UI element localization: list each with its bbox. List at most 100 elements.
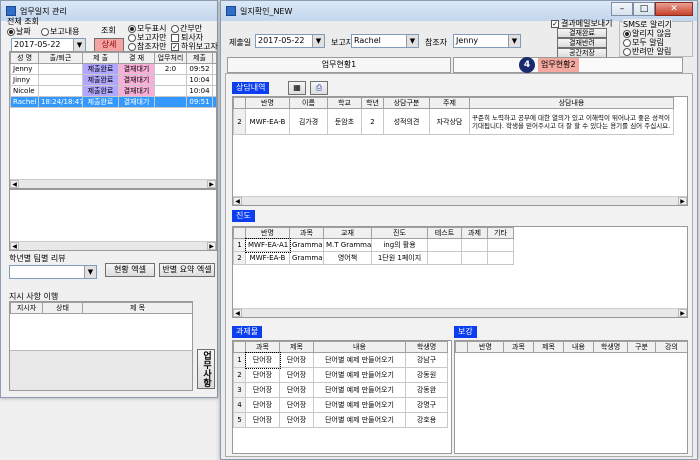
print-icon[interactable]: ⎙ xyxy=(310,81,328,95)
horizontal-scrollbar[interactable]: ◀ ▶ xyxy=(233,196,687,205)
tab-work-status-1[interactable]: 업무현황1 xyxy=(227,57,451,73)
content-radio[interactable]: 보고내용 xyxy=(41,26,79,37)
col-header[interactable]: 교재 xyxy=(323,227,372,239)
work-matters-button[interactable]: 업무사항 xyxy=(197,349,215,389)
col-header[interactable]: 반명 xyxy=(245,227,290,239)
col-header[interactable]: 과목 xyxy=(289,227,324,239)
cell-kind: 성적의견 xyxy=(383,108,430,135)
cell-subject: Grammar xyxy=(289,251,324,265)
arrow-right-icon[interactable]: ▶ xyxy=(678,197,687,205)
date-picker[interactable]: 2017-05-22 ▼ xyxy=(11,38,86,52)
col-header[interactable]: 과목 xyxy=(245,341,280,353)
chevron-down-icon[interactable]: ▼ xyxy=(84,266,96,278)
col-header[interactable]: 이름 xyxy=(289,97,328,109)
col-header[interactable]: 기타 xyxy=(487,227,514,239)
excel-icon[interactable]: ▦ xyxy=(288,81,306,95)
cell-submit: 제출완료 xyxy=(82,96,119,108)
arrow-left-icon[interactable]: ◀ xyxy=(10,242,19,250)
chevron-down-icon[interactable]: ▼ xyxy=(406,35,418,47)
col-header[interactable]: 제 출 xyxy=(82,52,119,64)
col-header[interactable]: 반명 xyxy=(467,341,504,353)
col-header[interactable]: 제목 xyxy=(279,341,314,353)
col-header[interactable]: 학년 xyxy=(361,97,384,109)
col-header[interactable]: 구분 xyxy=(212,52,216,64)
col-header[interactable]: 내용 xyxy=(563,341,594,353)
col-header[interactable]: 강의 xyxy=(655,341,687,353)
table-row[interactable]: 2 단어장 단어장 단어별 예제 만들어오기 강동원 xyxy=(233,367,448,383)
col-header[interactable]: 구분 xyxy=(627,341,656,353)
col-header[interactable]: 내용 xyxy=(313,341,406,353)
col-header[interactable]: 업무처리 xyxy=(154,52,187,64)
horizontal-scrollbar[interactable]: ◀ ▶ xyxy=(10,179,216,188)
date-radio[interactable]: 날짜 xyxy=(7,26,31,37)
arrow-right-icon[interactable]: ▶ xyxy=(207,180,216,188)
col-header[interactable]: 지시자 xyxy=(10,302,43,314)
col-header[interactable]: 반명 xyxy=(245,97,290,109)
col-header[interactable]: 학생명 xyxy=(593,341,628,353)
arrow-left-icon[interactable]: ◀ xyxy=(10,180,19,188)
col-header[interactable]: 과목 xyxy=(503,341,534,353)
col-header[interactable]: 상태 xyxy=(42,302,83,314)
arrow-left-icon[interactable]: ◀ xyxy=(233,309,242,317)
table-row[interactable]: Jinny 제출완료 결재대기 10:04 보고 xyxy=(10,74,216,86)
view-button[interactable]: 조회 xyxy=(101,25,116,36)
col-header[interactable]: 학교 xyxy=(327,97,362,109)
col-header[interactable]: 제목 xyxy=(533,341,564,353)
table-row[interactable]: 2 MWF-EA-B Grammar 영어책 1단원 1페이지 xyxy=(233,251,514,265)
cell-subject: Grammar xyxy=(289,238,324,252)
cell-type: 보고 xyxy=(212,96,216,108)
col-header[interactable]: 제출 xyxy=(186,52,213,64)
approve-complete-button[interactable]: 결재완료 xyxy=(557,28,607,38)
reference-select[interactable]: Jenny ▼ xyxy=(453,34,521,48)
close-icon[interactable]: ✕ xyxy=(655,2,693,16)
table-row[interactable]: 4 단어장 단어장 단어별 예제 만들어오기 강명구 xyxy=(233,397,448,413)
arrow-right-icon[interactable]: ▶ xyxy=(207,242,216,250)
log-check-window: 일지확인_NEW – □ ✕ 제출일 2017-05-22 ▼ 보고자 Rache… xyxy=(220,0,698,460)
horizontal-scrollbar[interactable]: ◀ ▶ xyxy=(10,241,216,250)
sms-option-reject[interactable]: 반려만 알림 xyxy=(623,46,671,57)
chevron-down-icon[interactable]: ▼ xyxy=(73,39,85,51)
table-row[interactable]: 1 MWF-EA-A1 Grammar M.T Grammar ing의 활용 xyxy=(233,237,514,253)
maximize-icon[interactable]: □ xyxy=(633,2,655,16)
table-row[interactable]: Nicole 제출완료 결재대기 10:04 보고 xyxy=(10,85,216,97)
col-header[interactable]: 출/퇴근 xyxy=(38,52,83,64)
cell-student: 강동완 xyxy=(405,382,448,398)
col-header[interactable]: 과제 xyxy=(461,227,488,239)
cell-student: 강호용 xyxy=(405,412,448,428)
directive-bottom-panel xyxy=(10,350,192,390)
col-header[interactable]: 진도 xyxy=(371,227,428,239)
reference-label: 참조자 xyxy=(425,38,448,47)
table-row[interactable]: Jenny 제출완료 결재대기 2:0 09:52 참조 xyxy=(10,63,216,75)
radio-icon xyxy=(128,42,136,51)
submit-date-picker[interactable]: 2017-05-22 ▼ xyxy=(255,34,325,48)
col-header[interactable]: 결 재 xyxy=(118,52,155,64)
summary-excel-button[interactable]: 반별 요약 엑셀 xyxy=(159,263,215,277)
col-header[interactable]: 학생명 xyxy=(405,341,448,353)
chevron-down-icon[interactable]: ▼ xyxy=(312,35,324,47)
col-header[interactable]: 상담구분 xyxy=(383,97,430,109)
detail-button[interactable]: 상세 xyxy=(94,38,124,52)
cell-content: 단어별 예제 만들어오기 xyxy=(313,352,406,368)
table-row[interactable]: 3 단어장 단어장 단어별 예제 만들어오기 강동완 xyxy=(233,382,448,398)
arrow-left-icon[interactable]: ◀ xyxy=(233,197,242,205)
tab-work-status-2[interactable]: 4 업무현황2 xyxy=(453,57,683,73)
review-select[interactable]: ▼ xyxy=(9,265,97,279)
table-row[interactable]: 5 단어장 단어장 단어별 예제 만들어오기 강호용 xyxy=(233,412,448,428)
work-log-window: 업무일지 관리 전체 조회 날짜 보고내용 2017-05-22 ▼ 조회 상세 … xyxy=(0,0,218,398)
reporter-select[interactable]: Rachel ▼ xyxy=(351,34,419,48)
table-row[interactable]: 1 단어장 단어장 단어별 예제 만들어오기 강남구 xyxy=(233,351,448,369)
col-header[interactable]: 테스트 xyxy=(427,227,462,239)
chevron-down-icon[interactable]: ▼ xyxy=(508,35,520,47)
col-header[interactable]: 주제 xyxy=(429,97,470,109)
arrow-right-icon[interactable]: ▶ xyxy=(678,309,687,317)
table-row[interactable]: 2 MWF-EA-B 김가경 둔암초 2 성적의견 자각상담 꾸준히 노력하고 … xyxy=(233,108,674,135)
cell-proc: 2:0 xyxy=(154,63,187,75)
horizontal-scrollbar[interactable]: ◀ ▶ xyxy=(233,308,687,317)
col-header[interactable]: 제 목 xyxy=(82,302,192,314)
col-header[interactable]: 상담내용 xyxy=(469,97,674,109)
status-excel-button[interactable]: 현황 엑셀 xyxy=(105,263,155,277)
table-row-selected[interactable]: Rachel 18:24/18:47 제출완료 결재대기 09:51 보고 xyxy=(10,96,216,108)
approve-reject-button[interactable]: 결재반려 xyxy=(557,38,607,48)
col-header[interactable]: 성 명 xyxy=(10,52,39,64)
minimize-icon[interactable]: – xyxy=(611,2,633,16)
